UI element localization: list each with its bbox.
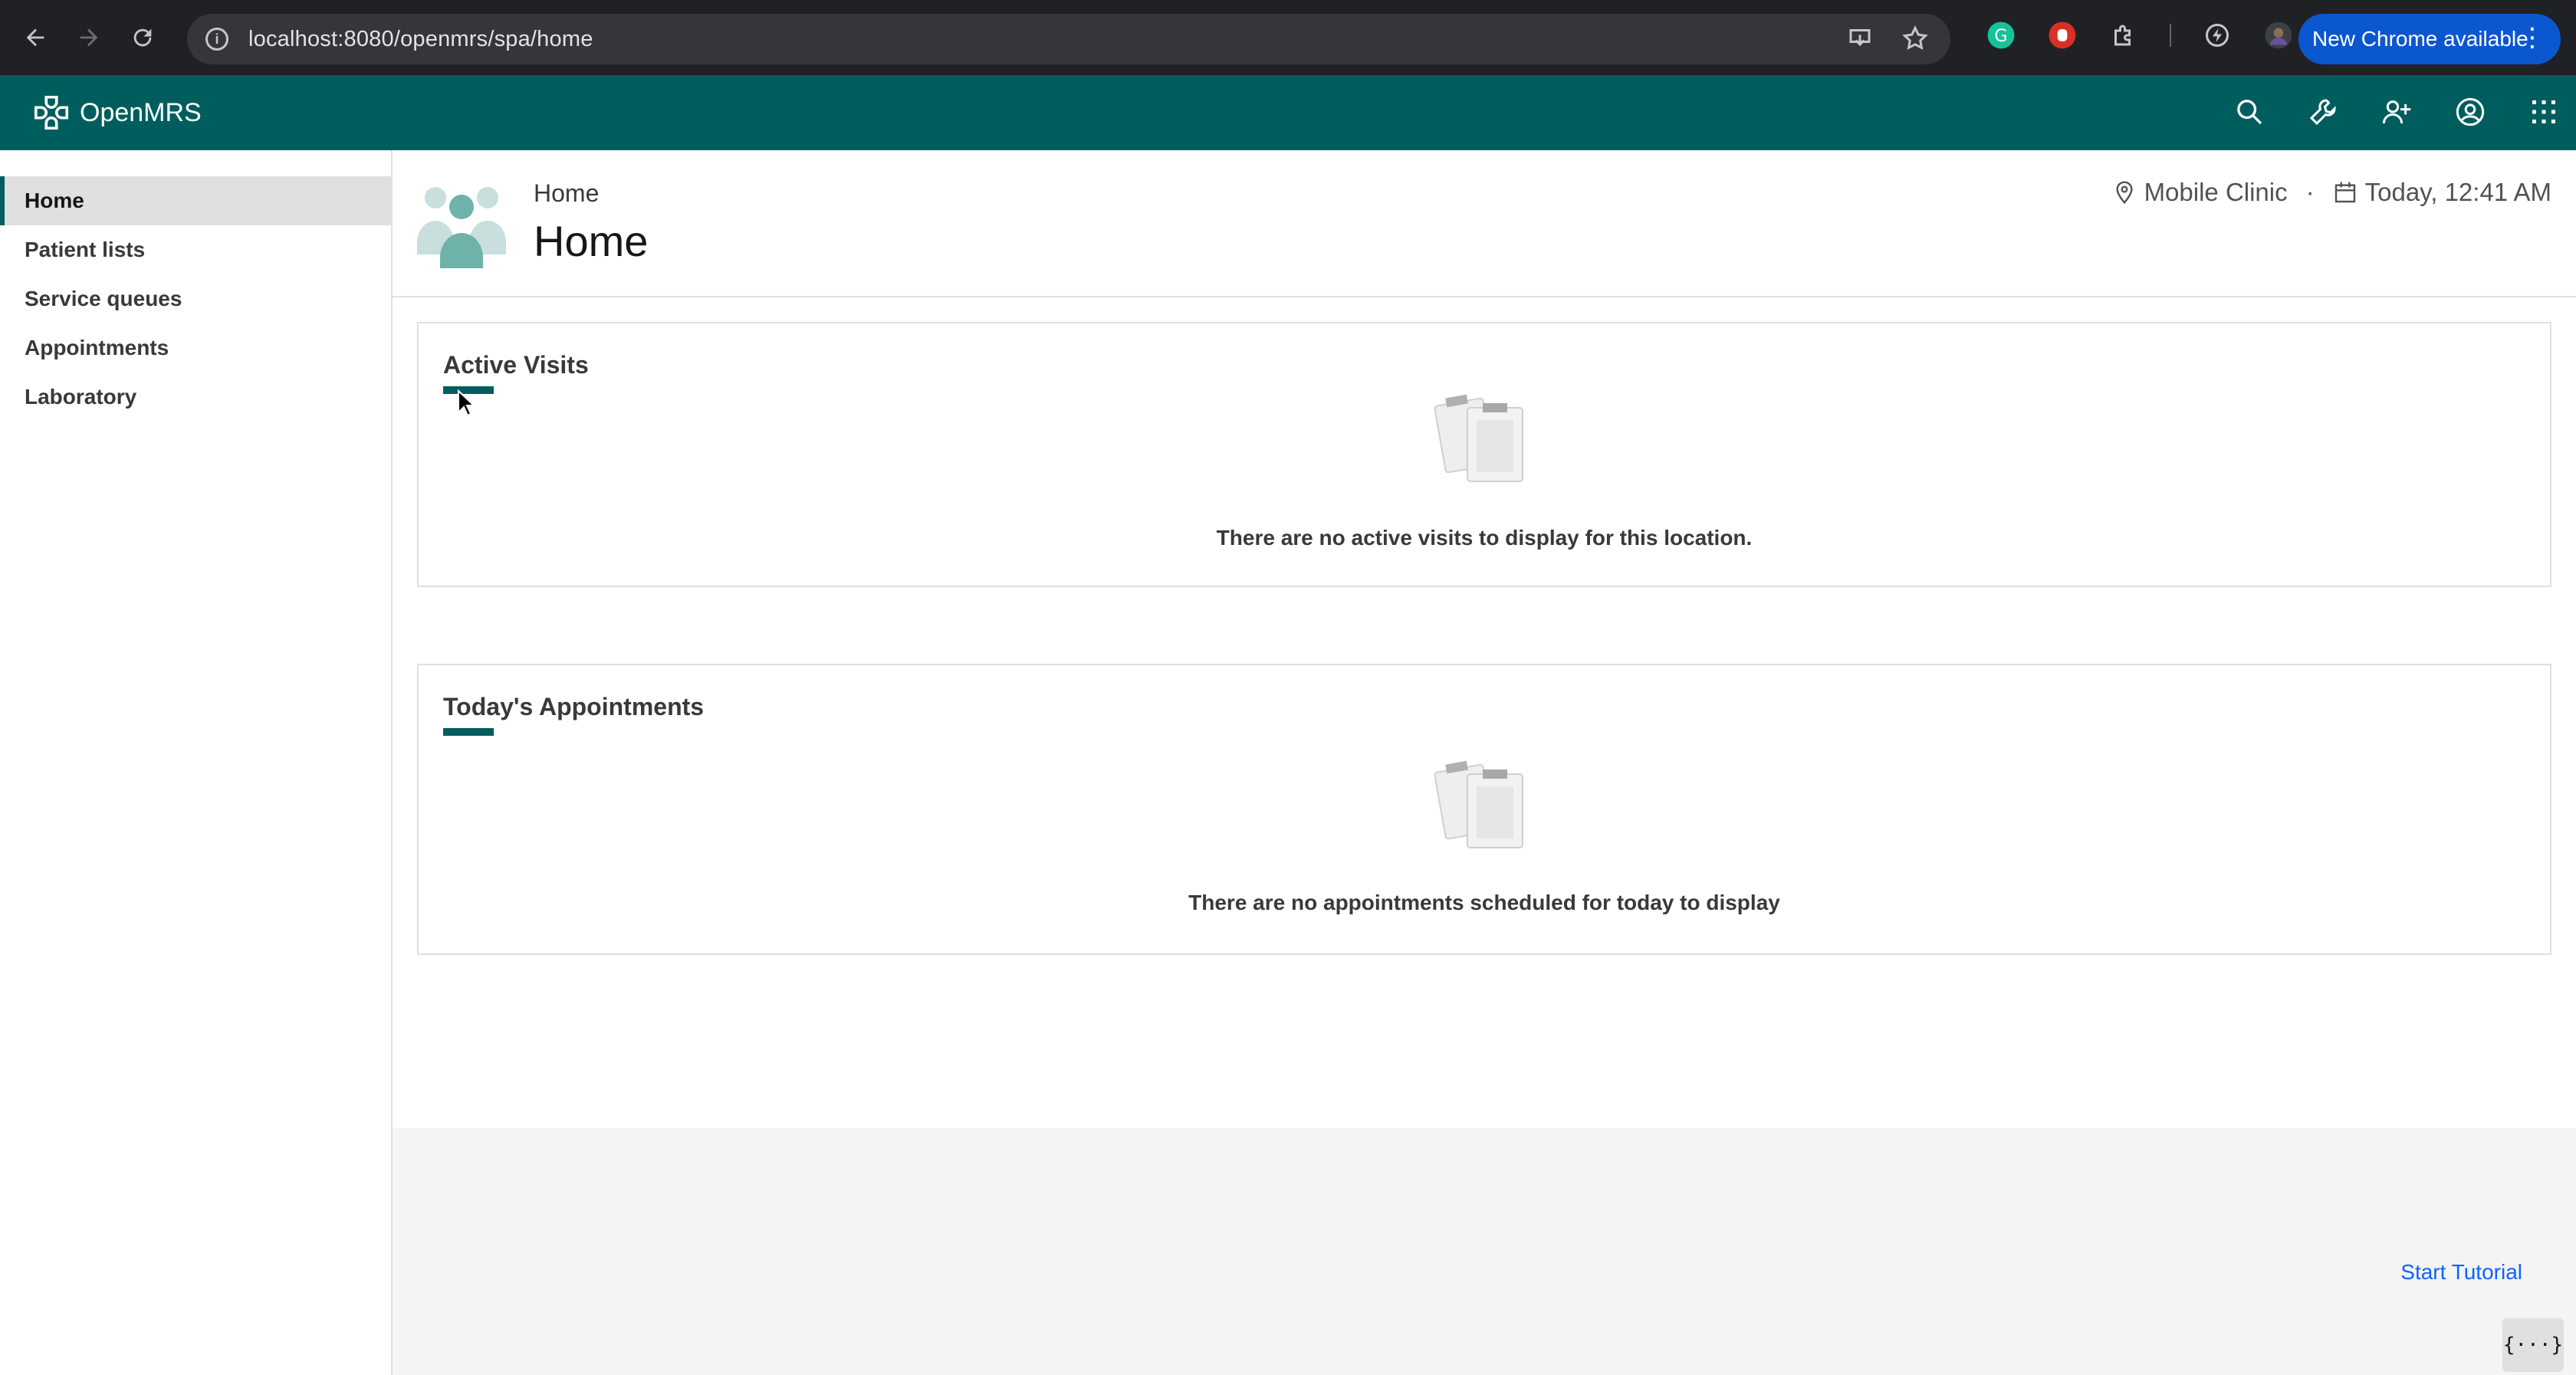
active-visits-empty-message: There are no active visits to display fo… <box>1216 526 1753 550</box>
main-content: Home Home Mobile Clinic · Today, 12:41 A… <box>393 150 2576 1375</box>
reload-icon[interactable] <box>123 18 163 57</box>
sidebar-item-appointments[interactable]: Appointments <box>0 323 391 372</box>
openmrs-logo-icon <box>34 95 69 130</box>
footer-area: Start Tutorial {···} <box>393 1128 2576 1375</box>
add-patient-icon[interactable] <box>2377 92 2417 132</box>
page-title: Home <box>534 217 649 265</box>
chrome-menu-icon[interactable]: ⋮ <box>2519 25 2545 51</box>
url-text: localhost:8080/openmrs/spa/home <box>248 26 593 51</box>
calendar-icon <box>2334 182 2355 203</box>
grammarly-extension-icon[interactable]: G <box>1986 20 2016 51</box>
devtools-toggle-button[interactable]: {···} <box>2502 1318 2564 1372</box>
patients-illustration-icon <box>417 187 506 268</box>
left-nav: Home Patient lists Service queues Appoin… <box>0 150 393 1375</box>
browser-toolbar: i localhost:8080/openmrs/spa/home G New … <box>0 0 2576 75</box>
logo-text: OpenMRS <box>80 97 202 127</box>
divider <box>2170 24 2171 47</box>
app-header: OpenMRS <box>0 75 2576 150</box>
breadcrumb: Home <box>534 179 600 207</box>
sidebar-item-service-queues[interactable]: Service queues <box>0 274 391 323</box>
datetime-text: Today, 12:41 AM <box>2364 178 2551 206</box>
app-switcher-grid-icon[interactable] <box>2524 92 2564 132</box>
meta-separator: · <box>2305 178 2315 206</box>
bookmark-star-icon[interactable] <box>1901 25 1929 56</box>
location-datetime: Mobile Clinic · Today, 12:41 AM <box>2112 178 2551 207</box>
card-title-underline <box>443 728 494 736</box>
back-icon[interactable] <box>15 18 55 57</box>
user-avatar-icon[interactable] <box>2450 92 2490 132</box>
openmrs-logo[interactable]: OpenMRS <box>31 92 202 133</box>
new-chrome-available-button[interactable]: New Chrome available ⋮ <box>2298 14 2561 64</box>
page-header: Home Home Mobile Clinic · Today, 12:41 A… <box>393 150 2576 297</box>
sidebar-item-laboratory[interactable]: Laboratory <box>0 372 391 422</box>
block-extension-icon[interactable] <box>2047 20 2078 51</box>
mouse-cursor-icon <box>458 389 475 417</box>
address-bar[interactable]: i localhost:8080/openmrs/spa/home <box>187 14 1950 64</box>
active-visits-card: Active Visits There are no active visits… <box>417 322 2551 587</box>
search-icon[interactable] <box>2229 92 2269 132</box>
start-tutorial-link[interactable]: Start Tutorial <box>2400 1260 2522 1285</box>
empty-clipboard-icon <box>1434 760 1523 848</box>
site-info-icon[interactable]: i <box>205 28 228 51</box>
new-chrome-label: New Chrome available <box>2312 27 2528 51</box>
sidebar-item-home[interactable]: Home <box>0 176 391 225</box>
location-text[interactable]: Mobile Clinic <box>2144 178 2288 207</box>
appointments-empty-message: There are no appointments scheduled for … <box>1188 891 1780 914</box>
todays-appointments-card: Today's Appointments There are no appoin… <box>417 664 2551 955</box>
appointments-title: Today's Appointments <box>443 693 705 720</box>
empty-clipboard-icon <box>1434 394 1523 482</box>
active-visits-title: Active Visits <box>443 351 589 379</box>
install-app-icon[interactable] <box>1846 25 1874 56</box>
performance-icon[interactable] <box>2202 20 2233 51</box>
forward-icon[interactable] <box>69 18 109 57</box>
location-pin-icon <box>2116 181 2133 205</box>
sidebar-item-patient-lists[interactable]: Patient lists <box>0 225 391 274</box>
extensions-puzzle-icon[interactable] <box>2108 20 2139 51</box>
system-admin-wrench-icon[interactable] <box>2303 92 2343 132</box>
profile-avatar-icon[interactable] <box>2263 20 2294 51</box>
svg-text:G: G <box>1994 26 2007 46</box>
